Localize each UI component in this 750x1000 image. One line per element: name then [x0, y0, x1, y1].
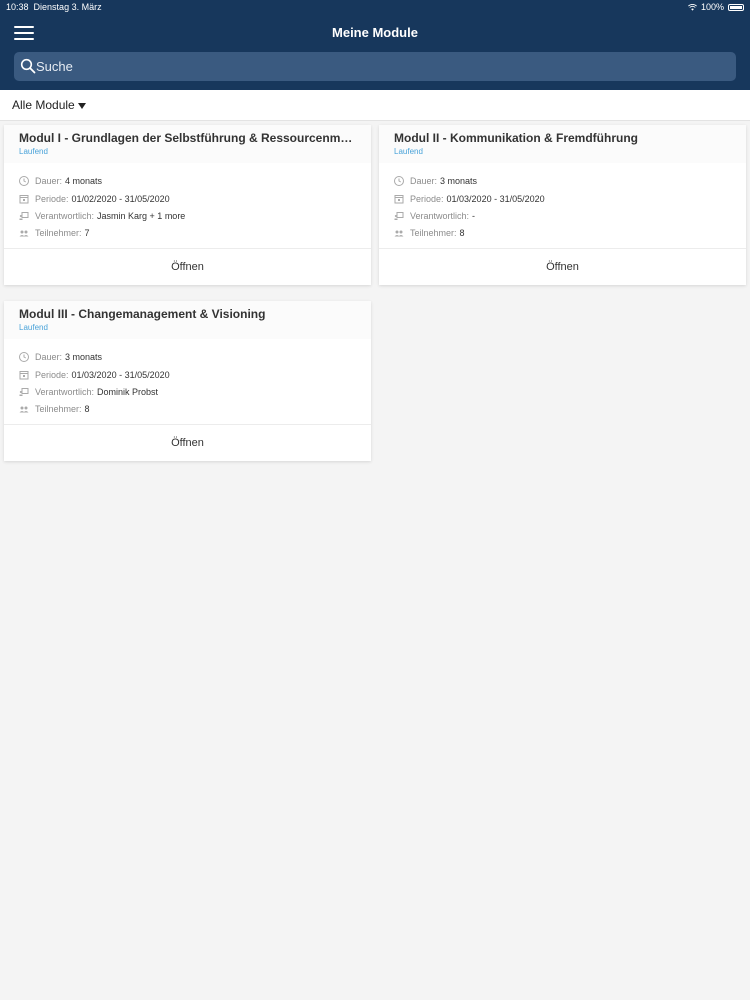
card-header: Modul III - Changemanagement & Visioning… — [4, 301, 371, 339]
duration-row: Dauer: 3 monats — [18, 351, 102, 363]
period-value: 01/02/2020 - 31/05/2020 — [71, 194, 170, 204]
clock-icon — [19, 176, 29, 186]
participants-row: Teilnehmer: 7 — [18, 227, 90, 239]
participants-value: 8 — [84, 404, 90, 414]
duration-value: 3 monats — [65, 352, 103, 362]
status-date: Dienstag 3. März — [33, 2, 102, 12]
period-label: Periode: — [35, 370, 69, 380]
clock-icon — [19, 352, 29, 362]
participants-label: Teilnehmer: — [35, 404, 82, 414]
duration-label: Dauer: — [410, 176, 438, 186]
search-icon — [20, 58, 36, 74]
module-title: Modul I - Grundlagen der Selbstführung &… — [19, 131, 359, 145]
page-title: Meine Module — [332, 25, 418, 40]
module-title: Modul III - Changemanagement & Visioning — [19, 307, 266, 321]
presenter-icon — [19, 212, 29, 220]
status-right: 100% — [688, 2, 744, 12]
calendar-icon — [19, 371, 29, 380]
clock-icon — [394, 176, 404, 186]
responsible-row: Verantwortlich: - — [393, 210, 475, 222]
period-row: Periode: 01/03/2020 - 31/05/2020 — [393, 193, 545, 205]
module-card: Modul I - Grundlagen der Selbstführung &… — [4, 125, 371, 285]
calendar-icon — [19, 195, 29, 204]
module-status: Laufend — [19, 147, 48, 156]
calendar-icon — [394, 195, 404, 204]
presenter-icon — [19, 388, 29, 396]
participants-label: Teilnehmer: — [35, 228, 82, 238]
module-title: Modul II - Kommunikation & Fremdführung — [394, 131, 638, 145]
status-time: 10:38 — [6, 2, 29, 12]
search-bar[interactable] — [14, 52, 736, 81]
period-label: Periode: — [410, 194, 444, 204]
open-module-button[interactable]: Öffnen — [4, 249, 371, 285]
period-value: 01/03/2020 - 31/05/2020 — [71, 370, 170, 380]
caret-down-icon — [77, 102, 86, 109]
period-value: 01/03/2020 - 31/05/2020 — [446, 194, 545, 204]
wifi-icon — [688, 3, 697, 11]
battery-icon — [728, 3, 744, 11]
people-icon — [19, 230, 29, 237]
duration-label: Dauer: — [35, 352, 63, 362]
duration-row: Dauer: 3 monats — [393, 175, 477, 187]
app-header: 10:38 Dienstag 3. März 100% Meine Module — [0, 0, 750, 90]
search-input[interactable] — [36, 52, 726, 81]
duration-value: 4 monats — [65, 176, 103, 186]
battery-percent: 100% — [700, 2, 724, 12]
status-bar: 10:38 Dienstag 3. März 100% — [0, 0, 750, 14]
module-card: Modul III - Changemanagement & Visioning… — [4, 301, 371, 461]
filter-bar: Alle Module — [0, 90, 750, 121]
duration-label: Dauer: — [35, 176, 63, 186]
module-filter-dropdown[interactable]: Alle Module — [12, 98, 86, 112]
responsible-label: Verantwortlich: — [35, 211, 95, 221]
module-status: Laufend — [394, 147, 423, 156]
card-header: Modul I - Grundlagen der Selbstführung &… — [4, 125, 371, 163]
participants-value: 8 — [459, 228, 465, 238]
open-module-button[interactable]: Öffnen — [4, 425, 371, 461]
responsible-value: - — [472, 211, 476, 221]
duration-value: 3 monats — [440, 176, 478, 186]
responsible-value: Dominik Probst — [97, 387, 159, 397]
responsible-label: Verantwortlich: — [35, 387, 95, 397]
module-card: Modul II - Kommunikation & Fremdführung … — [379, 125, 746, 285]
responsible-label: Verantwortlich: — [410, 211, 470, 221]
participants-row: Teilnehmer: 8 — [18, 403, 90, 415]
filter-label: Alle Module — [12, 98, 75, 112]
participants-row: Teilnehmer: 8 — [393, 227, 465, 239]
people-icon — [19, 406, 29, 413]
duration-row: Dauer: 4 monats — [18, 175, 102, 187]
open-module-button[interactable]: Öffnen — [379, 249, 746, 285]
module-status: Laufend — [19, 323, 48, 332]
presenter-icon — [394, 212, 404, 220]
responsible-row: Verantwortlich: Jasmin Karg + 1 more — [18, 210, 185, 222]
responsible-row: Verantwortlich: Dominik Probst — [18, 386, 158, 398]
participants-value: 7 — [84, 228, 90, 238]
people-icon — [394, 230, 404, 237]
period-row: Periode: 01/03/2020 - 31/05/2020 — [18, 369, 170, 381]
status-left: 10:38 Dienstag 3. März — [6, 2, 102, 12]
card-header: Modul II - Kommunikation & Fremdführung … — [379, 125, 746, 163]
period-row: Periode: 01/02/2020 - 31/05/2020 — [18, 193, 170, 205]
participants-label: Teilnehmer: — [410, 228, 457, 238]
period-label: Periode: — [35, 194, 69, 204]
responsible-value: Jasmin Karg + 1 more — [97, 211, 186, 221]
